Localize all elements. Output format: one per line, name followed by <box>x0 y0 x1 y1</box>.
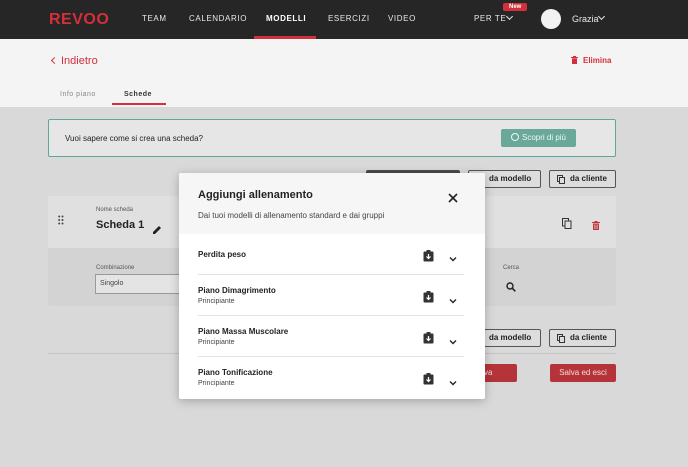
list-item[interactable]: Perdita peso <box>198 234 464 275</box>
nav-item-per-te[interactable]: PER TE <box>474 14 506 23</box>
delete-label: Elimina <box>583 56 612 65</box>
list-item[interactable]: Piano Dimagrimento Principiante <box>198 275 464 316</box>
chevron-down-icon[interactable] <box>505 12 514 21</box>
workout-level: Principiante <box>198 339 235 346</box>
nav-item-team[interactable]: TEAM <box>142 14 167 23</box>
chevron-left-icon <box>50 56 59 65</box>
back-link[interactable]: Indietro <box>50 55 98 67</box>
chevron-down-icon[interactable] <box>449 250 457 262</box>
modal-title: Aggiungi allenamento <box>198 189 313 201</box>
user-name[interactable]: Grazia <box>572 14 599 24</box>
user-menu-chevron-icon[interactable] <box>597 12 606 21</box>
drag-handle-icon[interactable] <box>58 212 64 225</box>
tab-info-piano[interactable]: Info piano <box>60 91 96 98</box>
close-icon[interactable] <box>447 191 459 203</box>
clipboard-download-icon[interactable] <box>423 331 434 344</box>
workout-title: Piano Massa Muscolare <box>198 327 289 336</box>
back-label: Indietro <box>61 55 98 67</box>
from-client-button-top[interactable]: da cliente <box>549 170 616 188</box>
chevron-down-icon[interactable] <box>449 333 457 345</box>
nav-active-indicator <box>254 36 316 39</box>
nav-item-esercizi[interactable]: ESERCIZI <box>328 14 370 23</box>
save-exit-button[interactable]: Salva ed esci <box>550 364 616 382</box>
list-item[interactable]: Piano Tonificazione Principiante <box>198 357 464 398</box>
discover-label: Scopri di più <box>521 133 567 142</box>
add-workout-modal: Aggiungi allenamento Dai tuoi modelli di… <box>179 173 485 399</box>
top-navbar: REVOO TEAM CALENDARIO MODELLI ESERCIZI V… <box>0 0 688 39</box>
from-model-label: da modello <box>489 174 532 183</box>
new-badge: New <box>503 3 528 11</box>
delete-button[interactable]: Elimina <box>571 56 611 65</box>
avatar[interactable] <box>541 9 561 29</box>
chevron-down-icon[interactable] <box>449 292 457 304</box>
from-client-button-bottom[interactable]: da cliente <box>549 329 616 347</box>
trash-icon <box>571 56 578 64</box>
clipboard-download-icon[interactable] <box>423 290 434 303</box>
clipboard-download-icon[interactable] <box>423 249 434 262</box>
from-client-label: da cliente <box>570 174 607 183</box>
scheda-name-label: Nome scheda <box>96 207 134 213</box>
modal-subtitle: Dai tuoi modelli di allenamento standard… <box>198 211 385 220</box>
search-icon[interactable] <box>506 279 516 297</box>
nav-item-video[interactable]: VIDEO <box>388 14 416 23</box>
clipboard-download-icon[interactable] <box>423 372 434 385</box>
chevron-down-icon[interactable] <box>449 374 457 386</box>
from-model-label-bottom: da modello <box>489 333 532 342</box>
app-logo[interactable]: REVOO <box>49 11 109 29</box>
delete-scheda-icon[interactable] <box>592 217 600 235</box>
combo-select[interactable]: Singolo <box>95 274 185 294</box>
workout-title: Piano Tonificazione <box>198 368 273 377</box>
tab-schede[interactable]: Schede <box>124 91 152 98</box>
duplicate-icon[interactable] <box>562 216 572 234</box>
copy-icon-bottom <box>557 334 565 343</box>
combo-label: Combinazione <box>96 265 135 271</box>
edit-icon[interactable] <box>152 222 162 240</box>
workout-title: Perdita peso <box>198 250 247 259</box>
from-client-label-bottom: da cliente <box>570 333 607 342</box>
info-icon <box>510 133 519 141</box>
search-label: Cerca <box>503 265 520 271</box>
nav-item-calendario[interactable]: CALENDARIO <box>189 14 247 23</box>
scheda-name: Scheda 1 <box>96 219 145 231</box>
workout-title: Piano Dimagrimento <box>198 286 276 295</box>
copy-icon <box>557 175 565 184</box>
modal-header: Aggiungi allenamento Dai tuoi modelli di… <box>179 173 485 234</box>
nav-item-modelli[interactable]: MODELLI <box>266 14 306 23</box>
list-item[interactable]: Piano Massa Muscolare Principiante <box>198 316 464 357</box>
workout-level: Principiante <box>198 380 235 387</box>
info-text: Vuoi sapere come si crea una scheda? <box>65 134 204 143</box>
workout-level: Principiante <box>198 298 235 305</box>
tab-active-indicator <box>112 103 166 105</box>
discover-button[interactable]: Scopri di più <box>501 129 576 147</box>
